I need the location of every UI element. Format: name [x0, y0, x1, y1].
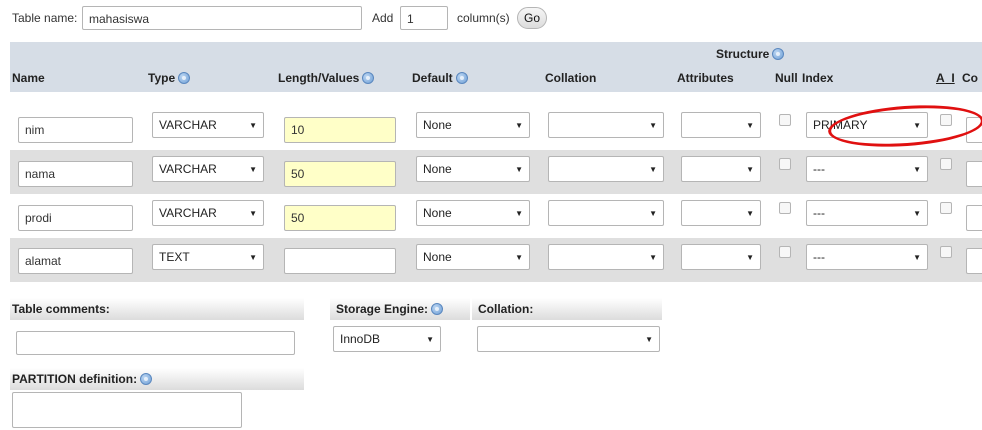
null-checkbox[interactable]: [779, 246, 791, 258]
structure-title: Structure: [716, 47, 785, 61]
column-header-type: Type: [148, 71, 191, 85]
type-select[interactable]: VARCHAR ▼: [152, 112, 264, 138]
dropdown-arrow-icon: ▼: [746, 253, 754, 262]
help-icon[interactable]: [431, 303, 444, 315]
help-icon[interactable]: [772, 48, 785, 60]
partition-definition-header: PARTITION definition:: [10, 368, 304, 390]
table-name-label: Table name:: [12, 11, 78, 25]
go-button[interactable]: Go: [517, 7, 547, 29]
collation-select[interactable]: ▼: [548, 200, 664, 226]
dropdown-arrow-icon: ▼: [746, 209, 754, 218]
table-comments-input[interactable]: [16, 331, 295, 355]
dropdown-arrow-icon: ▼: [515, 165, 523, 174]
column-header-null: Null: [775, 71, 798, 85]
collation-select[interactable]: ▼: [548, 244, 664, 270]
column-header-collation: Collation: [545, 71, 597, 85]
column-name-input[interactable]: nim: [18, 117, 133, 143]
dropdown-arrow-icon: ▼: [249, 165, 257, 174]
partition-definition-textarea[interactable]: [12, 392, 242, 428]
null-checkbox[interactable]: [779, 202, 791, 214]
type-select[interactable]: TEXT ▼: [152, 244, 264, 270]
default-select[interactable]: None ▼: [416, 200, 530, 226]
dropdown-arrow-icon: ▼: [249, 253, 257, 262]
dropdown-arrow-icon: ▼: [913, 209, 921, 218]
help-icon[interactable]: [455, 72, 468, 84]
type-select[interactable]: VARCHAR ▼: [152, 200, 264, 226]
help-icon[interactable]: [362, 72, 375, 84]
auto-increment-checkbox[interactable]: [940, 246, 952, 258]
column-name-input[interactable]: prodi: [18, 205, 133, 231]
dropdown-arrow-icon: ▼: [515, 209, 523, 218]
default-select[interactable]: None ▼: [416, 112, 530, 138]
dropdown-arrow-icon: ▼: [645, 335, 653, 344]
attributes-select[interactable]: ▼: [681, 244, 761, 270]
add-label: Add: [372, 11, 394, 25]
storage-engine-select[interactable]: InnoDB ▼: [333, 326, 441, 352]
dropdown-arrow-icon: ▼: [746, 165, 754, 174]
attributes-select[interactable]: ▼: [681, 112, 761, 138]
dropdown-arrow-icon: ▼: [515, 121, 523, 130]
column-header-default: Default: [412, 71, 468, 85]
default-select[interactable]: None ▼: [416, 244, 530, 270]
comments-input[interactable]: [966, 205, 982, 231]
attributes-select[interactable]: ▼: [681, 200, 761, 226]
auto-increment-checkbox[interactable]: [940, 202, 952, 214]
column-header-index: Index: [802, 71, 834, 85]
column-header-auto-increment: A_I: [936, 71, 955, 85]
columns-label: column(s): [457, 11, 510, 25]
dropdown-arrow-icon: ▼: [649, 165, 657, 174]
help-icon[interactable]: [178, 72, 191, 84]
help-icon[interactable]: [140, 373, 153, 385]
column-header-name: Name: [12, 71, 45, 85]
column-header-attributes: Attributes: [677, 71, 734, 85]
dropdown-arrow-icon: ▼: [249, 209, 257, 218]
column-header-length-values: Length/Values: [278, 71, 375, 85]
storage-engine-header: Storage Engine:: [330, 298, 470, 320]
index-select[interactable]: --- ▼: [806, 200, 928, 226]
column-name-input[interactable]: nama: [18, 161, 133, 187]
dropdown-arrow-icon: ▼: [515, 253, 523, 262]
table-collation-select[interactable]: ▼: [477, 326, 660, 352]
attributes-select[interactable]: ▼: [681, 156, 761, 182]
comments-input[interactable]: [966, 161, 982, 187]
index-select[interactable]: --- ▼: [806, 156, 928, 182]
collation-header: Collation:: [472, 298, 662, 320]
null-checkbox[interactable]: [779, 158, 791, 170]
table-name-input[interactable]: mahasiswa: [82, 6, 362, 30]
dropdown-arrow-icon: ▼: [746, 121, 754, 130]
add-columns-count-input[interactable]: 1: [400, 6, 448, 30]
length-values-input[interactable]: 50: [284, 161, 396, 187]
table-comments-header: Table comments:: [10, 298, 304, 320]
column-header-comments: Co: [962, 71, 978, 85]
type-select[interactable]: VARCHAR ▼: [152, 156, 264, 182]
default-select[interactable]: None ▼: [416, 156, 530, 182]
dropdown-arrow-icon: ▼: [649, 121, 657, 130]
dropdown-arrow-icon: ▼: [649, 209, 657, 218]
collation-select[interactable]: ▼: [548, 156, 664, 182]
length-values-input[interactable]: [284, 248, 396, 274]
dropdown-arrow-icon: ▼: [249, 121, 257, 130]
dropdown-arrow-icon: ▼: [649, 253, 657, 262]
dropdown-arrow-icon: ▼: [913, 165, 921, 174]
length-values-input[interactable]: 10: [284, 117, 396, 143]
dropdown-arrow-icon: ▼: [913, 253, 921, 262]
index-select[interactable]: --- ▼: [806, 244, 928, 270]
auto-increment-checkbox[interactable]: [940, 158, 952, 170]
collation-select[interactable]: ▼: [548, 112, 664, 138]
comments-input[interactable]: [966, 248, 982, 274]
column-name-input[interactable]: alamat: [18, 248, 133, 274]
length-values-input[interactable]: 50: [284, 205, 396, 231]
dropdown-arrow-icon: ▼: [426, 335, 434, 344]
null-checkbox[interactable]: [779, 114, 791, 126]
